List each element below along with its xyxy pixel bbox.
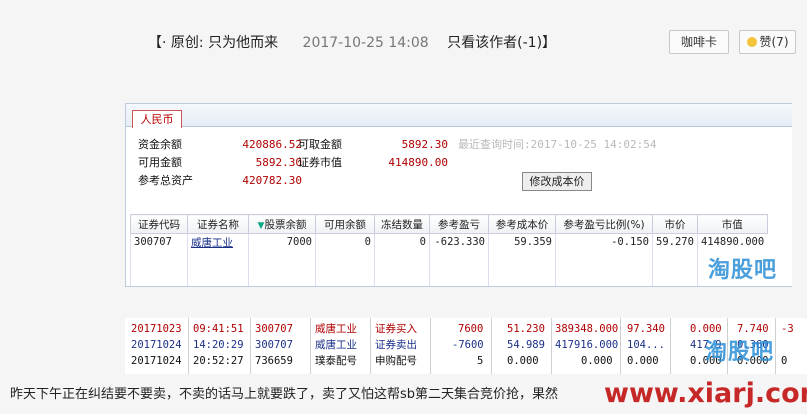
cell-pnl-ratio: -0.150 — [555, 233, 653, 250]
summary-label: 证券市值 — [298, 156, 342, 169]
coffee-card-button[interactable]: 咖啡卡 — [669, 30, 729, 54]
cell: 20171024 — [131, 339, 182, 351]
summary-label: 可用金额 — [138, 156, 182, 169]
column-header-label: 股票余额 — [264, 218, 307, 231]
cell: 300707 — [255, 339, 293, 351]
cell: -7600 — [452, 339, 484, 351]
cell-code: 300707 — [130, 233, 188, 250]
modify-cost-button[interactable]: 修改成本价 — [522, 172, 592, 191]
column-header[interactable]: 证券代码 — [130, 214, 188, 234]
summary-label: 可取金额 — [298, 138, 342, 151]
bulb-icon — [746, 37, 757, 47]
cell-pnl: -623.330 — [429, 233, 489, 250]
cell: 证券买入 — [375, 323, 417, 335]
cell: 0 — [781, 355, 788, 367]
cell: 51.230 — [507, 323, 545, 335]
top-nav-fragment — [0, 0, 807, 8]
taoguba-watermark: 淘股吧 — [705, 340, 775, 365]
cell: 7600 — [458, 323, 484, 335]
column-header[interactable]: 证券名称 — [187, 214, 249, 234]
cell: -3 — [781, 323, 794, 335]
table-row-empty — [130, 250, 768, 286]
holdings-table: 证券代码 证券名称 ▼股票余额 可用余额 冻结数量 参考盈亏 参考成本价 参考盈… — [130, 214, 768, 286]
column-header[interactable]: 参考成本价 — [488, 214, 556, 234]
only-author-link[interactable]: 只看该作者(-1) — [447, 35, 542, 51]
cell: 20171023 — [131, 323, 182, 335]
column-header[interactable]: ▼股票余额 — [248, 214, 316, 234]
cell: 97.340 — [627, 323, 665, 335]
post-tag: 【· — [148, 35, 167, 51]
column-header[interactable]: 参考盈亏 — [429, 214, 489, 234]
cell-balance: 7000 — [248, 233, 316, 250]
post-date: 2017-10-25 14:08 — [302, 35, 429, 51]
like-count: 赞(7) — [759, 35, 789, 49]
column-header[interactable]: 冻结数量 — [374, 214, 430, 234]
cell: 389348.000 — [555, 323, 619, 335]
cell: 证券卖出 — [375, 339, 417, 351]
cell: 14:20:29 — [193, 339, 244, 351]
summary-left: 资金余额 420886.52 可用金额 5892.30 参考总资产 420782.30 — [138, 136, 302, 190]
tab-rmb: 人民币 — [132, 110, 182, 128]
summary-value: 414890.00 — [388, 156, 448, 169]
column-header[interactable]: 市值 — [696, 214, 768, 234]
summary-value: 5892.30 — [255, 156, 302, 169]
cell-available: 0 — [315, 233, 375, 250]
cell: 300707 — [255, 323, 293, 335]
cell: 09:41:51 — [193, 323, 244, 335]
cell: 104... — [627, 339, 665, 351]
taoguba-watermark: 淘股吧 — [708, 258, 778, 283]
cell: 417916.000 — [555, 339, 619, 351]
cell-frozen: 0 — [374, 233, 430, 250]
column-header[interactable]: 参考盈亏比例(%) — [555, 214, 653, 234]
site-url-watermark: www.xiarj.com — [604, 378, 807, 409]
summary-value: 5892.30 — [401, 138, 448, 151]
summary-right: 可取金额 5892.30 证券市值 414890.00 — [298, 136, 448, 172]
summary-label: 参考总资产 — [138, 174, 193, 187]
post-title[interactable]: 原创: 只为他而来 — [171, 35, 278, 51]
column-header[interactable]: 市价 — [652, 214, 698, 234]
cell: 0.000 — [507, 355, 539, 367]
cell-cost: 59.359 — [488, 233, 556, 250]
stock-name-link[interactable]: 威唐工业 — [191, 237, 233, 249]
cell: 20:52:27 — [193, 355, 244, 367]
currency-tabbar — [126, 104, 792, 127]
cell: 5 — [477, 355, 484, 367]
last-query-time: 最近查询时间:2017-10-25 14:02:54 — [458, 138, 657, 151]
holdings-header: 证券代码 证券名称 ▼股票余额 可用余额 冻结数量 参考盈亏 参考成本价 参考盈… — [130, 214, 768, 234]
cell-name: 威唐工业 — [187, 233, 249, 250]
table-row[interactable]: 300707 威唐工业 7000 0 0 -623.330 59.359 -0.… — [130, 233, 768, 250]
cell-market-value: 414890.000 — [696, 233, 768, 250]
cell: 54.989 — [507, 339, 545, 351]
column-header[interactable]: 可用余额 — [315, 214, 375, 234]
cell: 736659 — [255, 355, 293, 367]
account-screenshot: 人民币 资金余额 420886.52 可用金额 5892.30 参考总资产 42078… — [125, 103, 792, 287]
summary-value: 420782.30 — [242, 174, 302, 187]
like-button[interactable]: 赞(7) — [739, 30, 796, 54]
summary-label: 资金余额 — [138, 138, 182, 151]
cell: 威唐工业 — [315, 323, 357, 335]
cell: 20171024 — [131, 355, 182, 367]
cell-price: 59.270 — [652, 233, 698, 250]
trade-history-screenshot: 20171023 09:41:51 300707 威唐工业 证券买入 7600 … — [125, 318, 807, 374]
summary-value: 420886.52 — [242, 138, 302, 151]
cell: 璞泰配号 — [315, 355, 357, 367]
cell: 申购配号 — [375, 355, 417, 367]
post-header: 【· 原创: 只为他而来 2017-10-25 14:08 只看该作者(-1)】 — [148, 32, 556, 52]
cell: 0.000 — [627, 355, 659, 367]
cell: 威唐工业 — [315, 339, 357, 351]
cell: 0.000 — [581, 355, 613, 367]
post-body-text: 昨天下午正在纠结要不要卖，不卖的话马上就要跌了，卖了又怕这帮sb第二天集合竞价抢… — [10, 387, 559, 402]
post-tag-close: 】 — [542, 35, 557, 51]
